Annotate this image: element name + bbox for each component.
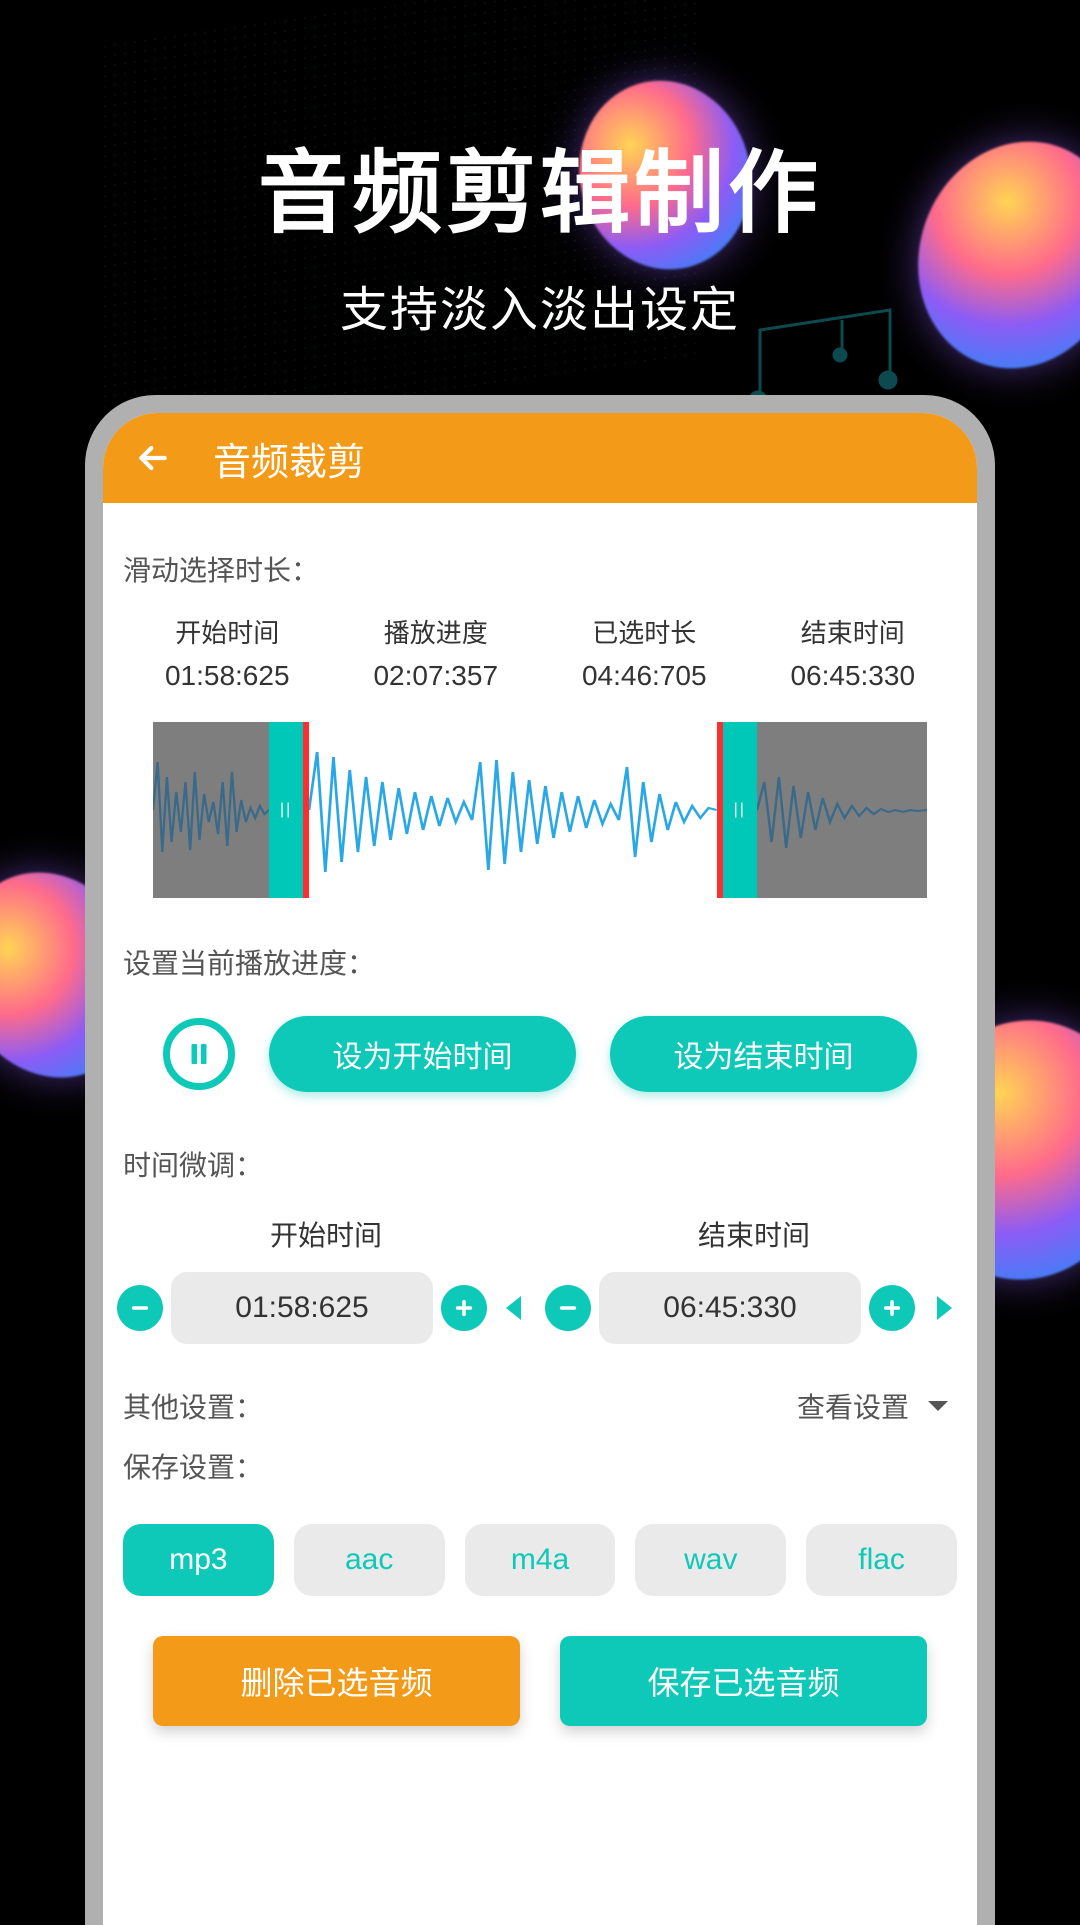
back-button[interactable] <box>133 438 173 478</box>
format-selector: mp3 aac m4a wav flac <box>103 1510 977 1626</box>
set-start-button[interactable]: 设为开始时间 <box>269 1016 576 1092</box>
end-decrement-button[interactable] <box>545 1285 591 1331</box>
fine-tune-label: 时间微调： <box>103 1128 977 1208</box>
end-increment-button[interactable] <box>869 1285 915 1331</box>
end-time-readout: 结束时间 06:45:330 <box>749 613 958 692</box>
save-selection-button[interactable]: 保存已选音频 <box>560 1636 927 1726</box>
action-buttons: 删除已选音频 保存已选音频 <box>103 1626 977 1736</box>
start-time-field[interactable]: 01:58:625 <box>171 1272 433 1344</box>
phone-frame: 音频裁剪 滑动选择时长： 开始时间 01:58:625 播放进度 02:07:3… <box>85 395 995 1925</box>
start-time-readout: 开始时间 01:58:625 <box>123 613 332 692</box>
format-option-m4a[interactable]: m4a <box>465 1524 616 1596</box>
start-increment-button[interactable] <box>441 1285 487 1331</box>
progress-time-readout: 播放进度 02:07:357 <box>332 613 541 692</box>
selected-duration-readout: 已选时长 04:46:705 <box>540 613 749 692</box>
fine-tune-controls: 开始时间 01:58:625 <box>103 1214 977 1344</box>
app-screen: 音频裁剪 滑动选择时长： 开始时间 01:58:625 播放进度 02:07:3… <box>103 413 977 1925</box>
other-settings-label: 其他设置： <box>123 1386 263 1426</box>
fine-tune-start: 开始时间 01:58:625 <box>117 1214 535 1344</box>
delete-selection-button[interactable]: 删除已选音频 <box>153 1636 520 1726</box>
waveform-editor[interactable]: || || <box>153 722 927 898</box>
format-option-aac[interactable]: aac <box>294 1524 445 1596</box>
progress-label: 设置当前播放进度： <box>103 926 977 1006</box>
waveform-after-selection <box>757 722 927 898</box>
playback-controls: 设为开始时间 设为结束时间 <box>103 1006 977 1128</box>
other-settings-action: 查看设置 <box>797 1386 909 1426</box>
slide-label: 滑动选择时长： <box>103 533 977 613</box>
end-time-field[interactable]: 06:45:330 <box>599 1272 861 1344</box>
start-prev-arrow-icon[interactable] <box>495 1285 535 1331</box>
end-next-arrow-icon[interactable] <box>923 1285 963 1331</box>
promo-title: 音频剪辑制作 <box>0 120 1080 250</box>
time-readouts: 开始时间 01:58:625 播放进度 02:07:357 已选时长 04:46… <box>103 613 977 710</box>
app-bar: 音频裁剪 <box>103 413 977 503</box>
chevron-down-icon <box>923 1391 953 1421</box>
editor-panel: 滑动选择时长： 开始时间 01:58:625 播放进度 02:07:357 已选… <box>103 503 977 1776</box>
promo-subtitle: 支持淡入淡出设定 <box>0 270 1080 340</box>
other-settings-row[interactable]: 其他设置： 查看设置 <box>103 1344 977 1438</box>
start-decrement-button[interactable] <box>117 1285 163 1331</box>
format-option-wav[interactable]: wav <box>635 1524 786 1596</box>
set-end-button[interactable]: 设为结束时间 <box>610 1016 917 1092</box>
waveform-selection[interactable] <box>303 722 723 898</box>
fine-tune-end: 结束时间 06:45:330 <box>545 1214 963 1344</box>
format-option-flac[interactable]: flac <box>806 1524 957 1596</box>
format-option-mp3[interactable]: mp3 <box>123 1524 274 1596</box>
selection-end-handle[interactable]: || <box>723 722 757 898</box>
waveform-before-selection <box>153 722 269 898</box>
pause-button[interactable] <box>163 1018 235 1090</box>
selection-start-handle[interactable]: || <box>269 722 303 898</box>
save-settings-label: 保存设置： <box>103 1438 977 1510</box>
promo-banner: 音频剪辑制作 支持淡入淡出设定 <box>0 120 1080 340</box>
appbar-title: 音频裁剪 <box>213 431 365 486</box>
